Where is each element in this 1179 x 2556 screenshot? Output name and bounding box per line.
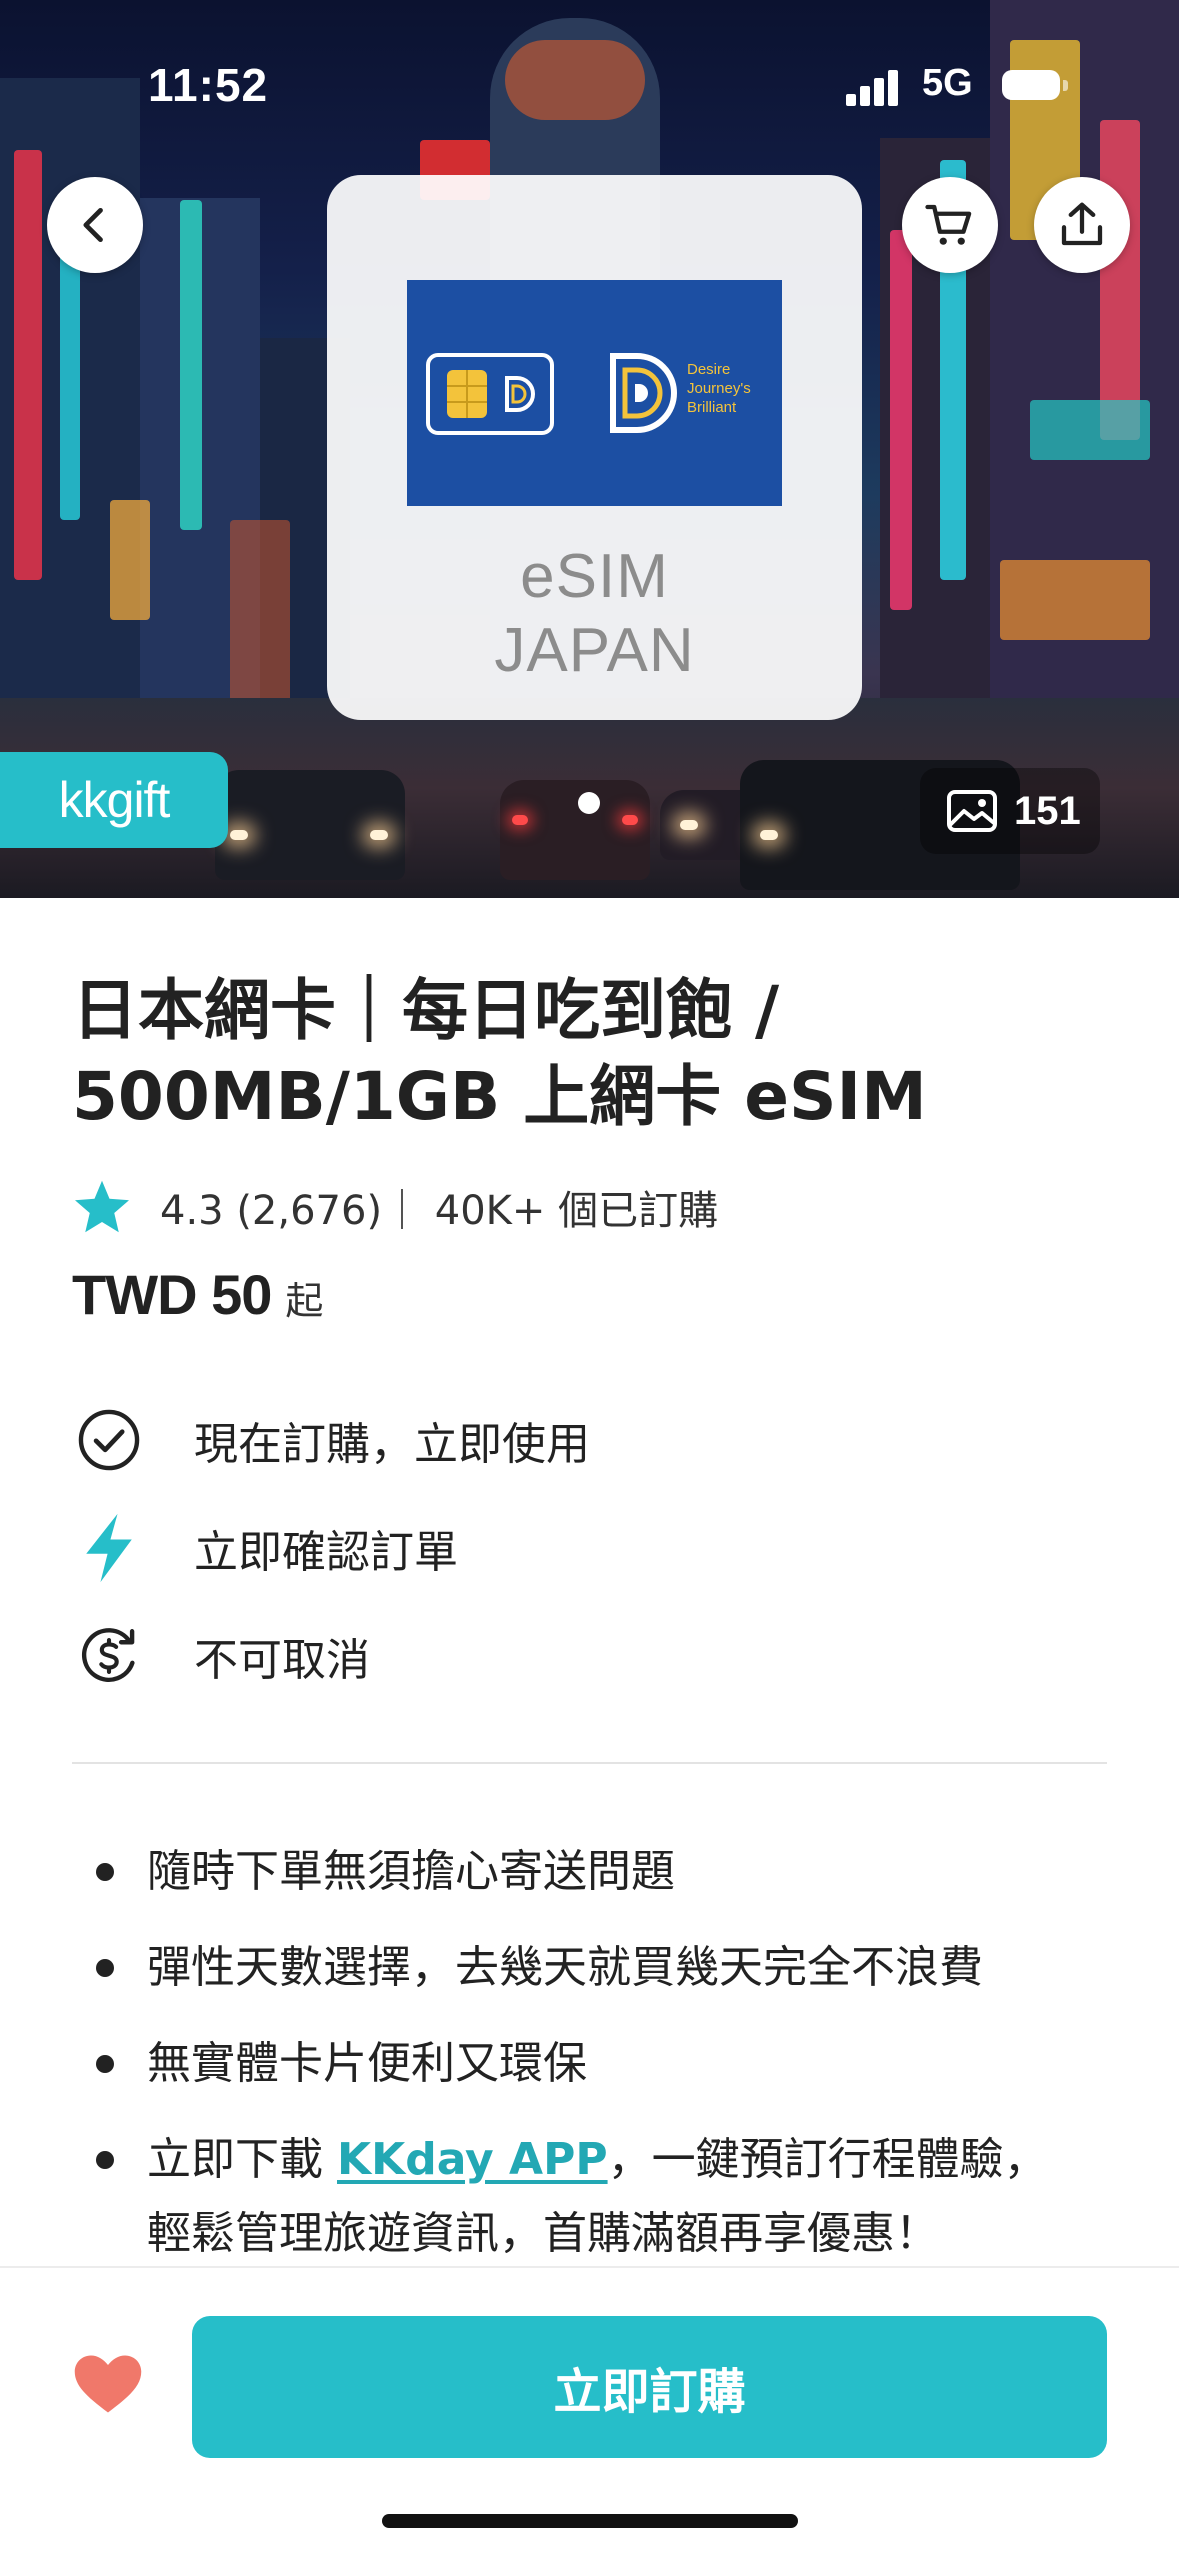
- cart-icon: [925, 204, 972, 245]
- feature-instant-use: 現在訂購，立即使用: [72, 1400, 590, 1480]
- dollar-refund-icon: [72, 1619, 146, 1693]
- brand-tagline-2: Journey's: [687, 380, 751, 397]
- back-button[interactable]: [47, 177, 143, 273]
- esim-logo-panel: Desire Journey's Brilliant: [407, 280, 782, 506]
- cart-button[interactable]: [902, 177, 998, 273]
- network-label: 5G: [922, 62, 973, 104]
- hero-image[interactable]: 11:52 5G Desire Journey's Brilliant eSIM…: [0, 0, 1179, 898]
- feature-instant-confirm: 立即確認訂單: [72, 1508, 458, 1588]
- check-circle-icon: [72, 1403, 146, 1477]
- price-amount: TWD 50: [72, 1263, 272, 1326]
- kkgift-label: kkgift: [58, 772, 171, 828]
- feature-label: 立即確認訂單: [194, 1527, 458, 1578]
- kkday-app-link[interactable]: KKday APP: [337, 2134, 608, 2185]
- list-item-text: 無實體卡片便利又環保: [147, 2038, 587, 2089]
- share-icon: [1061, 202, 1103, 246]
- battery-icon: [1002, 70, 1068, 100]
- product-title-line-2: 500MB/1GB 上網卡 eSIM: [72, 1058, 927, 1135]
- esim-product-card: Desire Journey's Brilliant eSIM JAPAN: [327, 175, 862, 720]
- list-item-text: 隨時下單無須擔心寄送問題: [147, 1846, 675, 1897]
- status-time: 11:52: [148, 59, 269, 111]
- section-divider: [72, 1762, 1107, 1764]
- list-item: 隨時下單無須擔心寄送問題: [92, 1835, 1132, 1909]
- list-item: 無實體卡片便利又環保: [92, 2027, 1132, 2101]
- list-item-line-2: 輕鬆管理旅遊資訊，首購滿額再享優惠！: [147, 2208, 939, 2259]
- star-icon: [75, 1180, 129, 1233]
- feature-non-refundable: 不可取消: [72, 1616, 370, 1696]
- list-item-line-1: 立即下載 KKday APP，一鍵預訂行程體驗，: [147, 2123, 1132, 2197]
- price-suffix: 起: [285, 1279, 324, 1323]
- price: TWD 50 起: [72, 1262, 323, 1327]
- signal-icon: [846, 66, 906, 106]
- lightning-icon: [72, 1511, 146, 1585]
- book-now-button[interactable]: 立即訂購: [192, 2316, 1107, 2458]
- list-item-text: 立即下載: [147, 2134, 337, 2185]
- rating-text: 4.3 (2,676)｜ 40K+ 個已訂購: [160, 1188, 719, 1234]
- list-item: 立即下載 KKday APP，一鍵預訂行程體驗， 輕鬆管理旅遊資訊，首購滿額再享…: [92, 2123, 1132, 2271]
- sim-card-icon: [426, 353, 554, 435]
- chevron-left-icon: [83, 207, 103, 243]
- home-indicator: [382, 2514, 798, 2528]
- carousel-indicator: [578, 792, 600, 814]
- brand-tagline-3: Brilliant: [687, 399, 737, 416]
- heart-icon: [74, 2355, 142, 2413]
- kkgift-tag: kkgift: [0, 752, 228, 848]
- product-title: 日本網卡｜每日吃到飽 / 500MB/1GB 上網卡 eSIM: [72, 968, 1112, 1140]
- feature-label: 不可取消: [194, 1635, 370, 1686]
- photo-count-button[interactable]: 151: [920, 768, 1100, 854]
- photo-count-label: 151: [1014, 788, 1081, 833]
- rating-row[interactable]: 4.3 (2,676)｜ 40K+ 個已訂購: [72, 1172, 718, 1242]
- list-item: 彈性天數選擇，去幾天就買幾天完全不浪費: [92, 1931, 1132, 2005]
- list-item-text: ，一鍵預訂行程體驗，: [607, 2134, 1048, 2185]
- share-button[interactable]: [1034, 177, 1130, 273]
- brand-logo-icon: [610, 353, 677, 433]
- brand-tagline-1: Desire: [687, 361, 731, 378]
- highlights-list: 隨時下單無須擔心寄送問題 彈性天數選擇，去幾天就買幾天完全不浪費 無實體卡片便利…: [92, 1835, 1132, 2293]
- image-icon: [947, 790, 997, 832]
- product-title-line-1: 日本網卡｜每日吃到飽 /: [72, 972, 780, 1049]
- feature-label: 現在訂購，立即使用: [194, 1419, 590, 1470]
- wishlist-button[interactable]: [70, 2346, 146, 2422]
- esim-label: eSIM: [520, 542, 669, 611]
- japan-label: JAPAN: [494, 616, 695, 685]
- list-item-text: 彈性天數選擇，去幾天就買幾天完全不浪費: [147, 1942, 983, 1993]
